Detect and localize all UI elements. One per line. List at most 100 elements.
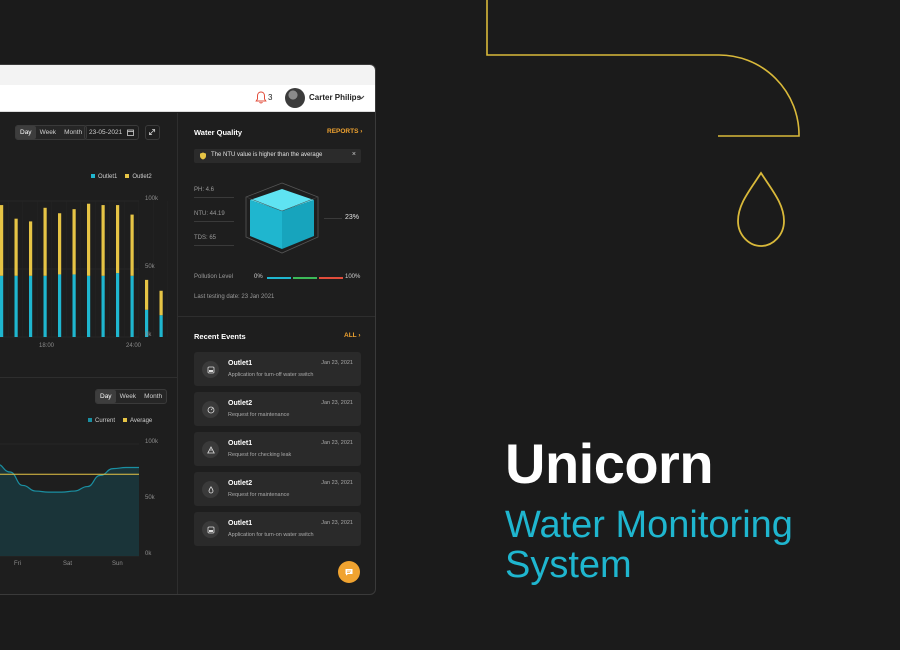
event-item[interactable]: Outlet1 Request for checking leak Jan 23… bbox=[194, 432, 361, 466]
user-name[interactable]: Carter Philips bbox=[309, 93, 361, 102]
chat-button[interactable] bbox=[338, 561, 360, 583]
legend-average: Average bbox=[123, 418, 152, 424]
bar-outlet1 bbox=[130, 275, 134, 337]
flow-x-tick-3: Sun bbox=[112, 561, 123, 567]
bar-outlet2 bbox=[145, 279, 149, 310]
usage-bar-chart bbox=[0, 200, 168, 338]
expand-button[interactable] bbox=[145, 125, 160, 140]
bar-outlet1 bbox=[159, 315, 163, 337]
usage-range-week[interactable]: Week bbox=[36, 126, 61, 139]
drop-icon bbox=[202, 481, 219, 498]
tds-metric: TDS: 65 bbox=[194, 235, 217, 241]
pane-divider bbox=[0, 377, 177, 378]
event-desc: Request for maintenance bbox=[228, 492, 290, 498]
reports-link[interactable]: REPORTS › bbox=[327, 128, 362, 135]
bar-outlet2 bbox=[116, 205, 120, 274]
event-date: Jan 23, 2021 bbox=[321, 520, 353, 526]
water-cube-illustration bbox=[245, 182, 319, 254]
section-divider bbox=[178, 316, 375, 317]
bar-outlet2 bbox=[72, 209, 76, 275]
flow-range-toggle: Day Week Month bbox=[95, 389, 168, 404]
all-events-link[interactable]: ALL › bbox=[344, 332, 361, 339]
event-title: Outlet2 bbox=[228, 400, 253, 407]
usage-y-tick-bottom: 0k bbox=[145, 332, 152, 338]
bar-outlet1 bbox=[43, 275, 47, 337]
event-title: Outlet1 bbox=[228, 440, 253, 447]
ntu-alert: The NTU value is higher than the average… bbox=[194, 149, 361, 163]
event-desc: Request for checking leak bbox=[228, 452, 292, 458]
header-bar: 3 Carter Philips bbox=[0, 85, 375, 112]
side-pane: Water Quality REPORTS › The NTU value is… bbox=[178, 113, 375, 594]
date-value: 23-05-2021 bbox=[89, 129, 123, 136]
bar-outlet2 bbox=[101, 205, 105, 276]
notification-count: 3 bbox=[268, 93, 273, 102]
flow-range-month[interactable]: Month bbox=[140, 390, 166, 403]
dashboard-window: 3 Carter Philips Day Week Month 23-05-20… bbox=[0, 64, 376, 595]
bar-outlet1 bbox=[116, 273, 120, 337]
usage-y-tick-mid: 50k bbox=[145, 264, 155, 270]
pipe-outer bbox=[487, 0, 799, 136]
pollution-bar-high bbox=[319, 277, 343, 279]
bar-outlet1 bbox=[14, 275, 18, 337]
brand-subtitle: Water Monitoring System bbox=[505, 504, 793, 586]
event-title: Outlet1 bbox=[228, 520, 253, 527]
event-item[interactable]: Outlet2 Request for maintenance Jan 23, … bbox=[194, 392, 361, 426]
event-item[interactable]: Outlet1 Application for turn-off water s… bbox=[194, 352, 361, 386]
expand-icon bbox=[149, 129, 156, 136]
event-title: Outlet2 bbox=[228, 480, 253, 487]
bar-outlet2 bbox=[58, 213, 62, 275]
bar-outlet1 bbox=[72, 274, 76, 337]
event-title: Outlet1 bbox=[228, 360, 253, 367]
metric-line bbox=[194, 245, 234, 246]
bar-outlet1 bbox=[58, 274, 62, 337]
chevron-down-icon[interactable] bbox=[358, 94, 365, 101]
flow-x-tick-2: Sat bbox=[63, 561, 73, 567]
bar-outlet1 bbox=[87, 275, 91, 337]
usage-range-month[interactable]: Month bbox=[60, 126, 86, 139]
water-drop-icon bbox=[737, 171, 785, 247]
percentage-line bbox=[324, 218, 342, 219]
bar-outlet2 bbox=[43, 207, 47, 276]
calendar-icon bbox=[127, 129, 134, 136]
pollution-bar-low bbox=[267, 277, 291, 279]
recent-events-title: Recent Events bbox=[194, 332, 246, 341]
quality-percentage: 23% bbox=[345, 214, 360, 221]
legend-outlet1: Outlet1 bbox=[91, 174, 117, 180]
area-current-fill bbox=[0, 464, 139, 556]
usage-y-tick-top: 100k bbox=[145, 196, 159, 202]
brand-title: Unicorn bbox=[505, 432, 714, 495]
flow-range-day[interactable]: Day bbox=[96, 390, 116, 403]
alert-text: The NTU value is higher than the average bbox=[211, 152, 323, 158]
ntu-metric: NTU: 44.19 bbox=[194, 211, 225, 217]
pollution-bar-mid bbox=[293, 277, 317, 279]
switch-icon bbox=[202, 361, 219, 378]
flow-range-week[interactable]: Week bbox=[116, 390, 141, 403]
event-item[interactable]: Outlet1 Application for turn-on water sw… bbox=[194, 512, 361, 546]
bar-outlet1 bbox=[101, 275, 105, 337]
legend-current: Current bbox=[88, 418, 115, 424]
date-picker[interactable]: 23-05-2021 bbox=[84, 125, 139, 140]
flow-legend: Current Average bbox=[88, 418, 152, 424]
avatar[interactable] bbox=[285, 88, 305, 108]
bar-outlet2 bbox=[130, 214, 134, 276]
event-desc: Application for turn-on water switch bbox=[228, 532, 314, 538]
gauge-icon bbox=[202, 401, 219, 418]
usage-range-toggle: Day Week Month bbox=[15, 125, 88, 140]
legend-outlet2: Outlet2 bbox=[125, 174, 152, 180]
event-date: Jan 23, 2021 bbox=[321, 440, 353, 446]
bell-icon[interactable] bbox=[255, 91, 267, 104]
pollution-max: 100% bbox=[345, 274, 361, 280]
flow-y-tick-bottom: 0k bbox=[145, 551, 152, 557]
shield-icon bbox=[200, 152, 206, 160]
bar-outlet2 bbox=[87, 203, 91, 276]
event-date: Jan 23, 2021 bbox=[321, 360, 353, 366]
event-date: Jan 23, 2021 bbox=[321, 480, 353, 486]
event-date: Jan 23, 2021 bbox=[321, 400, 353, 406]
close-icon[interactable]: × bbox=[352, 151, 356, 158]
usage-legend: Outlet1 Outlet2 bbox=[91, 174, 152, 180]
event-item[interactable]: Outlet2 Request for maintenance Jan 23, … bbox=[194, 472, 361, 506]
event-desc: Request for maintenance bbox=[228, 412, 290, 418]
usage-range-day[interactable]: Day bbox=[16, 126, 36, 139]
switch-icon bbox=[202, 521, 219, 538]
pollution-label: Pollution Level bbox=[194, 274, 234, 280]
